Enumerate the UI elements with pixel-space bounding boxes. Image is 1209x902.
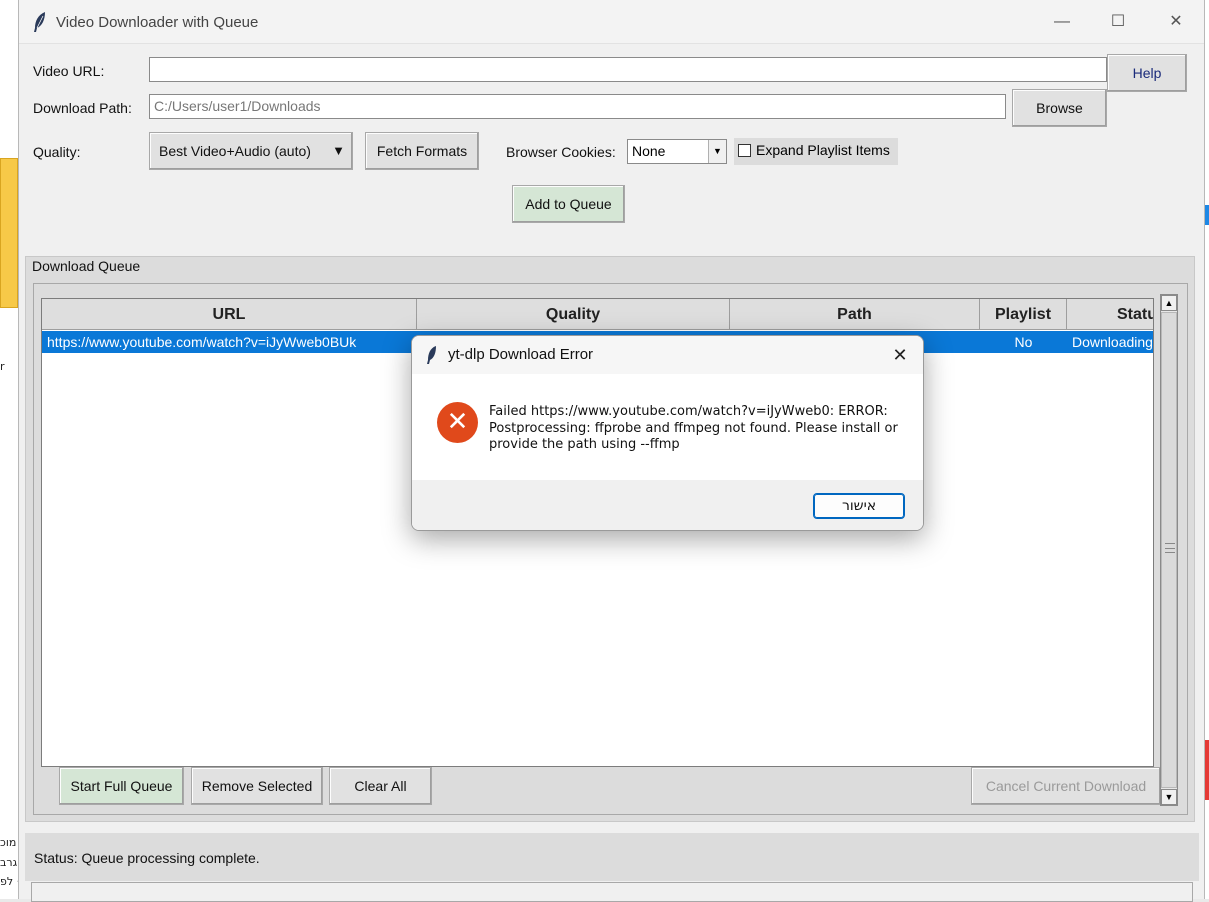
cell-status: Downloading <box>1072 334 1153 350</box>
dialog-title-bar: yt-dlp Download Error ✕ <box>412 336 923 374</box>
remove-selected-button[interactable]: Remove Selected <box>191 767 323 805</box>
background-folder-icon <box>0 158 18 308</box>
help-button[interactable]: Help <box>1107 54 1187 92</box>
column-header-status[interactable]: Status <box>1067 299 1153 330</box>
queue-frame-label: Download Queue <box>32 258 141 274</box>
status-bar: Status: Queue processing complete. <box>25 833 1199 881</box>
error-dialog: yt-dlp Download Error ✕ ✕ Failed https:/… <box>411 335 924 531</box>
clear-all-button[interactable]: Clear All <box>329 767 432 805</box>
feather-icon <box>34 12 45 32</box>
column-header-playlist[interactable]: Playlist <box>980 299 1067 330</box>
dialog-body: ✕ Failed https://www.youtube.com/watch?v… <box>412 374 923 480</box>
background-text-fragment: r <box>0 360 5 373</box>
caret-down-icon: ▼ <box>332 143 345 158</box>
start-full-queue-button[interactable]: Start Full Queue <box>59 767 184 805</box>
cookies-value: None <box>632 143 666 159</box>
background-text-fragment: מוכ <box>0 836 17 849</box>
column-header-quality[interactable]: Quality <box>417 299 730 330</box>
cell-playlist: No <box>1014 334 1033 350</box>
dialog-footer: אישור <box>412 480 923 530</box>
column-header-url[interactable]: URL <box>42 299 417 330</box>
title-bar: Video Downloader with Queue — ☐ ✕ <box>19 0 1204 44</box>
background-text-fragment: גרב <box>0 856 18 869</box>
quality-value: Best Video+Audio (auto) <box>159 143 311 159</box>
maximize-button[interactable]: ☐ <box>1095 8 1141 36</box>
dialog-title: yt-dlp Download Error <box>448 346 594 363</box>
scroll-down-icon[interactable]: ▼ <box>1161 789 1177 805</box>
close-button[interactable]: ✕ <box>1153 8 1199 36</box>
background-window-left <box>0 0 18 899</box>
column-header-path[interactable]: Path <box>730 299 980 330</box>
dialog-close-button[interactable]: ✕ <box>887 341 913 369</box>
scrollbar-thumb[interactable] <box>1161 312 1177 788</box>
queue-scrollbar[interactable]: ▲ ▼ <box>1160 294 1178 806</box>
expand-playlist-label: Expand Playlist Items <box>756 142 890 158</box>
url-label: Video URL: <box>33 63 105 79</box>
ok-button[interactable]: אישור <box>813 493 905 519</box>
url-input[interactable] <box>149 57 1107 82</box>
path-input[interactable]: C:/Users/user1/Downloads <box>149 94 1006 119</box>
error-icon: ✕ <box>437 402 478 443</box>
input-form: Video URL: Help Download Path: C:/Users/… <box>19 45 1204 248</box>
expand-playlist-checkbox[interactable]: Expand Playlist Items <box>734 138 898 165</box>
quality-label: Quality: <box>33 144 81 160</box>
cell-url: https://www.youtube.com/watch?v=iJyWweb0… <box>47 334 357 350</box>
cookies-label: Browser Cookies: <box>506 144 616 160</box>
background-text-fragment: לפ · <box>0 875 18 888</box>
log-frame <box>31 882 1193 902</box>
checkbox-icon[interactable] <box>738 144 751 157</box>
status-text: Status: Queue processing complete. <box>34 850 260 866</box>
feather-icon <box>427 346 436 364</box>
error-message: Failed https://www.youtube.com/watch?v=i… <box>489 404 898 452</box>
minimize-button[interactable]: — <box>1039 8 1085 36</box>
window-title: Video Downloader with Queue <box>56 14 259 31</box>
path-label: Download Path: <box>33 100 132 116</box>
scroll-up-icon[interactable]: ▲ <box>1161 295 1177 311</box>
chevron-down-icon[interactable]: ▼ <box>708 140 726 163</box>
fetch-formats-button[interactable]: Fetch Formats <box>365 132 479 170</box>
cookies-combobox[interactable]: None ▼ <box>627 139 727 164</box>
add-to-queue-button[interactable]: Add to Queue <box>512 185 625 223</box>
quality-dropdown[interactable]: Best Video+Audio (auto) ▼ <box>149 132 353 170</box>
cancel-current-download-button[interactable]: Cancel Current Download <box>971 767 1161 805</box>
browse-button[interactable]: Browse <box>1012 89 1107 127</box>
